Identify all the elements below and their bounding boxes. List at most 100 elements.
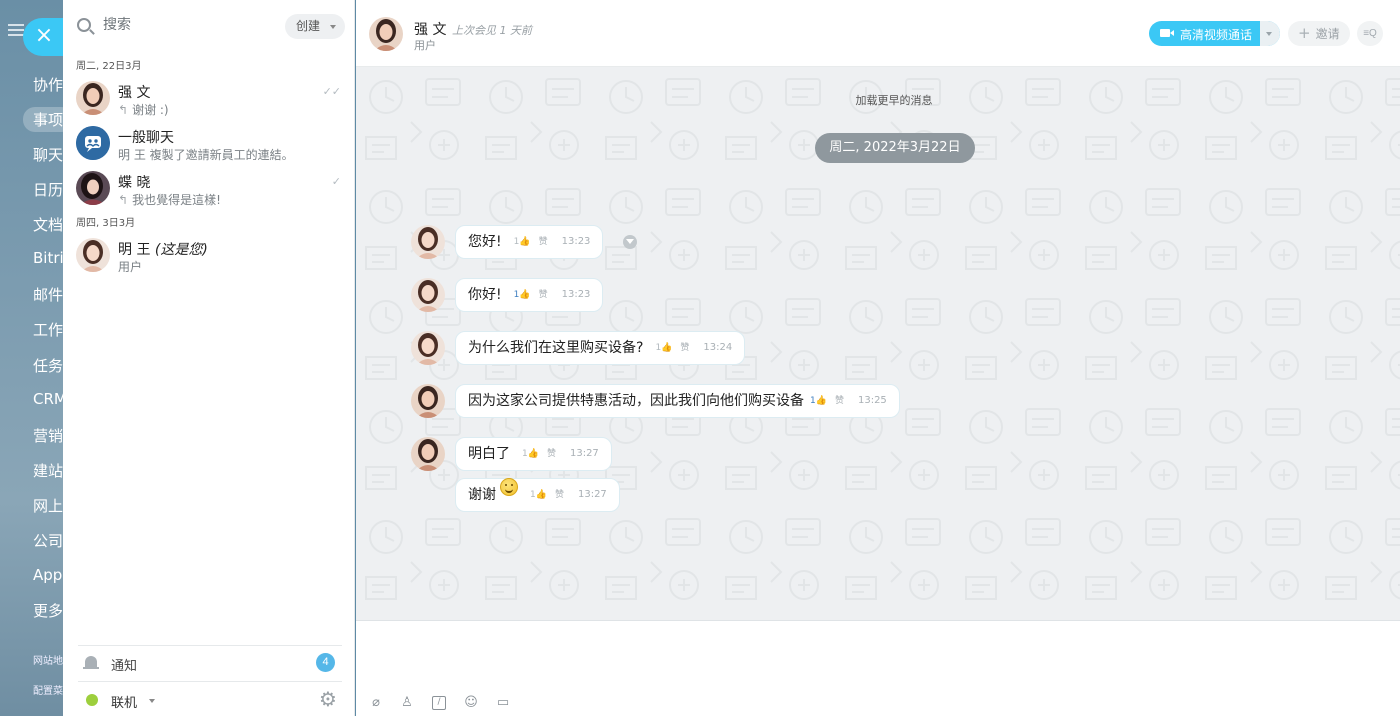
smile-icon[interactable]: ☺ <box>464 696 478 710</box>
sender-avatar[interactable] <box>411 331 445 365</box>
command-icon[interactable]: / <box>432 696 446 710</box>
message-text: 明白了 <box>468 446 510 462</box>
search-bar: 创建 <box>63 0 355 52</box>
avatar <box>76 171 110 205</box>
message-list[interactable]: 加载更早的消息 周二, 2022年3月22日 您好! 1👍 赞 13:23 你好! 1👍… <box>356 67 1400 620</box>
main-left-menu: 协作 事项 聊天 日历 文档 Bitri 邮件 工作 任务 CRM 营销 建站 … <box>0 0 64 716</box>
menu-item-chat[interactable]: 聊天 <box>33 144 63 165</box>
menu-item-crm[interactable]: CRM <box>33 390 64 408</box>
menu-item-store[interactable]: 网上 <box>33 495 63 516</box>
avatar <box>76 238 110 272</box>
message-bubble[interactable]: 因为这家公司提供特惠活动，因此我们向他们购买设备 1👍 赞 13:25 <box>455 384 900 418</box>
panel-footer: 通知 4 联机 ⚙ <box>63 645 355 716</box>
date-divider-badge: 周二, 2022年3月22日 <box>815 133 975 163</box>
call-options-chevron-icon[interactable] <box>1260 21 1280 46</box>
message-preview: ↰ 谢谢 :) <box>118 103 169 117</box>
notifications-row[interactable]: 通知 4 <box>63 645 355 681</box>
like-button[interactable]: 赞 <box>835 385 844 417</box>
message-bubble[interactable]: 你好! 1👍 赞 13:23 <box>455 278 604 312</box>
recent-item-die-xiao[interactable]: 蝶 晓 ↰ 我也覺得是這樣! ✓ <box>63 165 355 209</box>
quote-icon[interactable]: ▭ <box>496 696 510 710</box>
message-time: 13:27 <box>577 489 607 500</box>
message-time: 13:24 <box>703 342 733 353</box>
chevron-down-icon[interactable] <box>149 699 155 703</box>
like-count[interactable]: 1👍 <box>655 332 672 364</box>
recent-item-ming-wang[interactable]: 明 王 (这是您) 用户 <box>63 232 355 276</box>
menu-item-calendar[interactable]: 日历 <box>33 179 63 200</box>
menu-item-sitemap[interactable]: 网站地 <box>33 652 63 667</box>
invite-label: 邀请 <box>1315 27 1340 41</box>
menu-item-tasks[interactable]: 任务 <box>33 355 63 376</box>
like-button[interactable]: 赞 <box>555 479 564 511</box>
like-button[interactable]: 赞 <box>547 438 556 470</box>
load-earlier-messages-link[interactable]: 加载更早的消息 <box>356 92 1400 108</box>
create-chat-button[interactable]: 创建 <box>285 14 345 39</box>
menu-item-apps[interactable]: Appl <box>33 566 64 584</box>
message-preview: ↰ 我也覺得是這樣! <box>118 193 221 207</box>
message-composer[interactable]: ⌀ ♙ / ☺ ▭ <box>356 620 1400 716</box>
menu-item-bitrix[interactable]: Bitri <box>33 249 64 267</box>
close-messenger-button[interactable]: × <box>23 18 63 56</box>
gear-icon[interactable]: ⚙ <box>319 689 337 709</box>
menu-item-company[interactable]: 公司 <box>33 530 63 551</box>
create-chat-label: 创建 <box>296 19 321 33</box>
like-button[interactable]: 赞 <box>539 279 548 311</box>
read-checkmark-icon: ✓✓ <box>322 86 341 98</box>
menu-item-work[interactable]: 工作 <box>33 319 63 340</box>
menu-item-feed[interactable]: 事项 <box>23 107 64 132</box>
chat-subtitle: 用户 <box>414 39 436 52</box>
menu-item-marketing[interactable]: 营销 <box>33 425 63 446</box>
search-in-chat-button[interactable]: ≡Q <box>1357 21 1383 46</box>
message-bubble[interactable]: 谢谢 1👍 赞 13:27 <box>455 477 620 512</box>
hd-video-call-button[interactable]: 高清视频通话 <box>1149 21 1280 46</box>
message-bubble[interactable]: 您好! 1👍 赞 13:23 <box>455 225 604 259</box>
menu-item-docs[interactable]: 文档 <box>33 214 63 235</box>
last-seen-text: 上次会见 1 天前 <box>452 24 532 37</box>
sender-avatar[interactable] <box>411 225 445 259</box>
chat-avatar[interactable] <box>369 17 403 51</box>
recent-item-qiang-wen[interactable]: 强 文 ↰ 谢谢 :) ✓✓ <box>63 75 355 119</box>
like-count[interactable]: 1👍 <box>810 385 827 417</box>
like-button[interactable]: 赞 <box>539 226 548 258</box>
like-count[interactable]: 1👍 <box>522 438 539 470</box>
message-text: 因为这家公司提供特惠活动，因此我们向他们购买设备 <box>468 393 804 409</box>
divider <box>78 681 342 682</box>
group-chat-icon <box>76 126 110 160</box>
search-icon <box>77 18 91 32</box>
avatar <box>76 81 110 115</box>
plus-icon: + <box>1298 24 1311 42</box>
self-marker: (这是您) <box>154 242 208 258</box>
invite-button[interactable]: + 邀请 <box>1288 21 1350 46</box>
message-time: 13:27 <box>569 448 599 459</box>
attach-icon[interactable]: ⌀ <box>369 696 383 710</box>
like-button[interactable]: 赞 <box>680 332 689 364</box>
menu-item-more[interactable]: 更多 <box>33 600 63 621</box>
menu-item-configure[interactable]: 配置菜 <box>33 682 63 697</box>
recent-item-general-chat[interactable]: 一般聊天 明 王 複製了邀請新員工的連結。 <box>63 120 355 164</box>
bell-icon <box>83 656 99 669</box>
sender-avatar[interactable] <box>411 384 445 418</box>
online-status-icon <box>86 694 98 706</box>
chat-name: 一般聊天 <box>118 130 174 146</box>
menu-item-mail[interactable]: 邮件 <box>33 284 63 305</box>
status-selector[interactable]: 联机 <box>111 692 137 711</box>
message-bubble[interactable]: 明白了 1👍 赞 13:27 <box>455 437 612 471</box>
message-menu-chevron-icon[interactable] <box>623 235 637 249</box>
message-bubble[interactable]: 为什么我们在这里购买设备? 1👍 赞 13:24 <box>455 331 746 365</box>
contact-name: 强 文 <box>118 85 151 101</box>
notifications-count-badge: 4 <box>316 653 335 672</box>
like-count[interactable]: 1👍 <box>514 226 531 258</box>
menu-burger-icon[interactable] <box>8 24 24 36</box>
sender-avatar[interactable] <box>411 437 445 471</box>
search-input[interactable] <box>103 12 273 38</box>
close-icon: × <box>34 23 54 48</box>
sender-avatar[interactable] <box>411 278 445 312</box>
menu-item-collab[interactable]: 协作 <box>33 74 63 95</box>
like-count[interactable]: 1👍 <box>514 279 531 311</box>
menu-item-sites[interactable]: 建站 <box>33 460 63 481</box>
like-count[interactable]: 1👍 <box>530 479 547 511</box>
reply-icon: ↰ <box>118 193 129 207</box>
chat-title[interactable]: 强 文 <box>414 19 446 39</box>
message-text: 你好! <box>468 287 502 303</box>
user-icon[interactable]: ♙ <box>400 696 414 710</box>
